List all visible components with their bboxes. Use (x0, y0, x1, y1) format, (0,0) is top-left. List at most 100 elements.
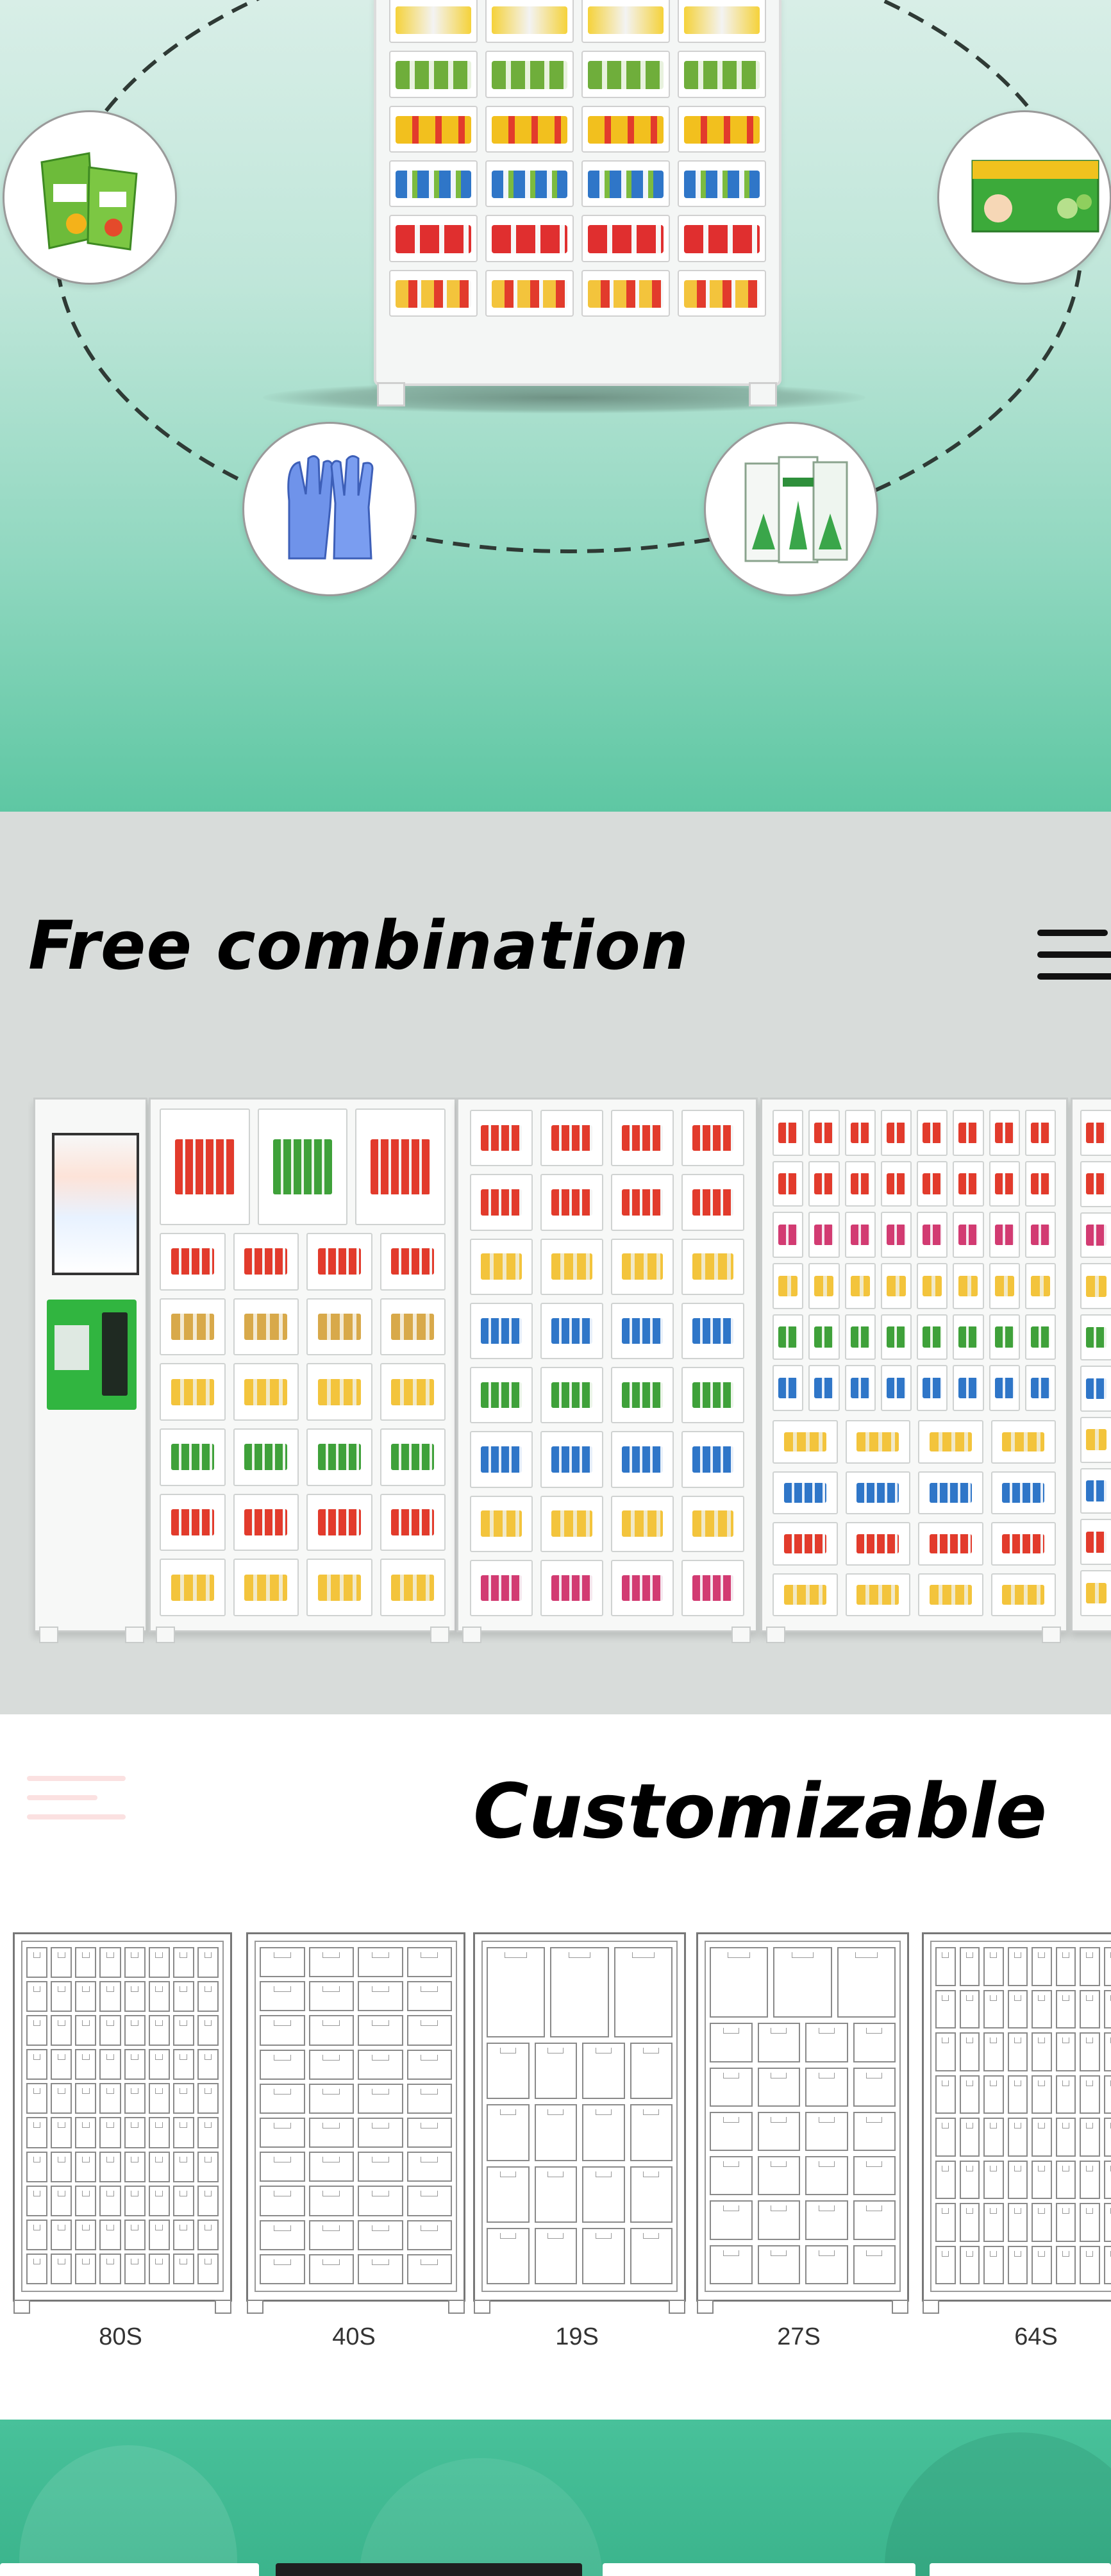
unit-compartment (1024, 1314, 1056, 1360)
unit-compartment (1080, 1468, 1111, 1514)
unit-compartment (380, 1428, 446, 1486)
unit-foot (462, 1627, 481, 1643)
unit-compartment (611, 1174, 674, 1231)
cabinet-slot (389, 105, 478, 153)
unit-compartment (257, 1108, 348, 1225)
unit-compartment (844, 1160, 876, 1207)
banner-decoration (885, 2432, 1111, 2576)
unit-compartment (540, 1431, 603, 1488)
unit-compartment (917, 1212, 948, 1258)
unit-compartment (681, 1367, 744, 1424)
unit-compartment (160, 1493, 226, 1551)
unit-compartment (808, 1212, 840, 1258)
unit-compartment (845, 1522, 910, 1566)
unit-compartment (880, 1110, 912, 1156)
unit-compartment (880, 1262, 912, 1309)
unit-compartment (773, 1573, 838, 1616)
cabinet-foot (377, 382, 405, 406)
unit-compartment (953, 1262, 984, 1309)
cabinet-slot (485, 0, 574, 44)
unit-compartment (540, 1559, 603, 1616)
unit-compartment (380, 1298, 446, 1356)
cabinet-slot (581, 0, 670, 44)
unit-compartment (306, 1559, 372, 1616)
unit-compartment (844, 1110, 876, 1156)
unit-compartment (233, 1493, 299, 1551)
unit-compartment (953, 1212, 984, 1258)
unit-compartment (681, 1110, 744, 1167)
model-sketch-19s (473, 1932, 686, 2314)
unit-compartment (540, 1238, 603, 1295)
model-label-40s: 40S (332, 2323, 376, 2350)
cabinet-slot (485, 160, 574, 208)
kiosk-touch-screen (52, 1133, 139, 1275)
unit-compartment (470, 1367, 533, 1424)
unit-compartment (540, 1495, 603, 1552)
banner-card (930, 2563, 1111, 2576)
cabinet-slot (678, 160, 766, 208)
section-title-customizable: Customizable (473, 1767, 1047, 1855)
unit-compartment (540, 1174, 603, 1231)
cabinet-slot (389, 51, 478, 98)
unit-compartment (1080, 1519, 1111, 1566)
cabinet-slot (389, 0, 478, 44)
unit-compartment (1024, 1365, 1056, 1411)
free-combination-section: Free combination (0, 812, 1111, 1714)
cabinet-slot (581, 269, 670, 317)
unit-compartment (1024, 1160, 1056, 1207)
unit-foot (125, 1627, 144, 1643)
unit-compartment (681, 1174, 744, 1231)
unit-compartment (380, 1493, 446, 1551)
unit-compartment (990, 1471, 1056, 1514)
unit-compartment (611, 1238, 674, 1295)
unit-compartment (470, 1495, 533, 1552)
unit-compartment (611, 1110, 674, 1167)
sketch-grid (487, 1947, 672, 2284)
unit-compartment (773, 1110, 804, 1156)
cabinet-slot (678, 269, 766, 317)
cabinet-slot (678, 215, 766, 262)
unit-compartment (953, 1365, 984, 1411)
model-label-27s: 27S (777, 2323, 821, 2350)
unit-compartment (773, 1262, 804, 1309)
sketch-grid (935, 1947, 1111, 2284)
health-packs-icon (704, 422, 878, 596)
cabinet-slot (581, 51, 670, 98)
unit-compartment (160, 1233, 226, 1291)
sketch-grid (710, 1947, 896, 2284)
unit-compartment (1080, 1212, 1111, 1259)
unit-compartment (808, 1314, 840, 1360)
unit-compartment (355, 1108, 446, 1225)
sketch-grid (26, 1947, 219, 2284)
unit-compartment (681, 1238, 744, 1295)
unit-compartment (773, 1420, 838, 1464)
cabinet-slot (678, 0, 766, 44)
cabinet-slot (678, 51, 766, 98)
unit-compartment (1080, 1366, 1111, 1412)
unit-compartment (953, 1160, 984, 1207)
unit-compartment (808, 1262, 840, 1309)
bottom-banner (0, 2420, 1111, 2576)
unit-compartment (844, 1365, 876, 1411)
unit-compartment (540, 1110, 603, 1167)
unit-compartment (880, 1160, 912, 1207)
banner-card (603, 2563, 915, 2576)
unit-compartment (611, 1367, 674, 1424)
unit-compartment (1080, 1570, 1111, 1616)
banner-screen-card (276, 2563, 582, 2576)
hamburger-menu-icon[interactable] (1037, 930, 1111, 981)
banner-card (0, 2563, 259, 2576)
medicine-box-icon (937, 110, 1111, 285)
unit-compartment (989, 1212, 1020, 1258)
unit-compartment (306, 1428, 372, 1486)
unit-compartment (1080, 1263, 1111, 1310)
unit-compartment (844, 1212, 876, 1258)
unit-compartment (953, 1314, 984, 1360)
unit-foot (1042, 1627, 1061, 1643)
model-sketch-27s (696, 1932, 909, 2314)
cabinet-slot (678, 105, 766, 153)
unit-partial-compartments (1080, 1110, 1111, 1616)
unit-compartment (989, 1262, 1020, 1309)
model-label-19s: 19S (555, 2323, 599, 2350)
model-sketch-64s (922, 1932, 1111, 2314)
